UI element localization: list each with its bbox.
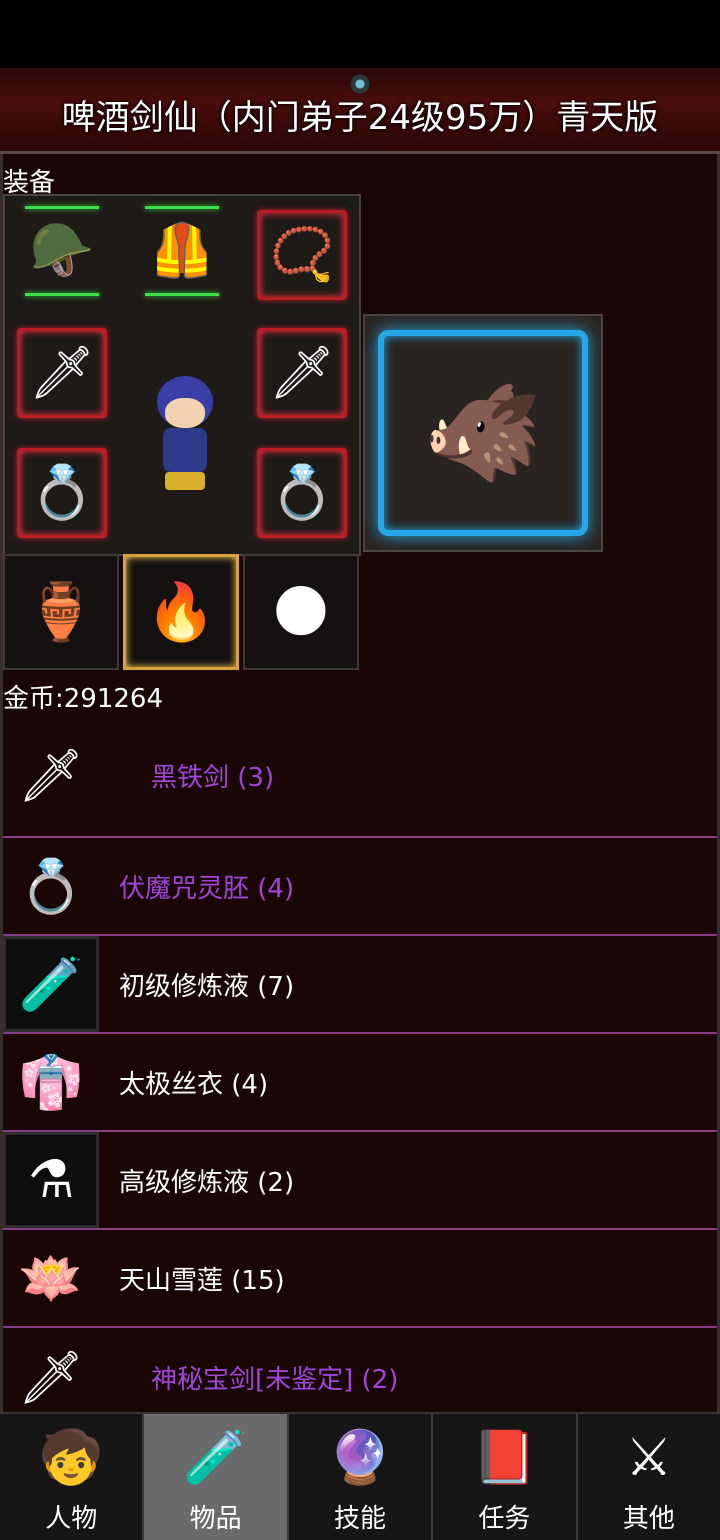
inventory-list: 🗡 黑铁剑 (3) 💍 伏魔咒灵胚 (4) 🧪 初级修炼液 (7) 👘 太极丝衣…: [3, 714, 717, 1412]
title-bar: 啤酒剑仙（内门弟子24级95万）青天版: [0, 68, 720, 154]
armor-icon: 🦺: [149, 221, 215, 281]
talisman-icon: 🔥: [146, 580, 216, 645]
tab-other[interactable]: ⚔ 其他: [577, 1414, 720, 1540]
potion-flask-icon: ⚗: [3, 1132, 99, 1228]
ring-icon: 💍: [269, 463, 335, 523]
quests-icon: 📕: [472, 1428, 537, 1488]
item-name: 伏魔咒灵胚 (4): [119, 873, 295, 904]
character-icon: 🧒: [38, 1428, 104, 1488]
amulet-icon: 📿: [269, 225, 335, 285]
equip-slot-bracer[interactable]: 🏺: [3, 554, 119, 670]
tab-skills[interactable]: 🔮 技能: [288, 1414, 434, 1540]
ring-icon: 💍: [29, 463, 95, 523]
item-name: 神秘宝剑[未鉴定] (2): [151, 1364, 399, 1395]
list-item[interactable]: ⚗ 高级修炼液 (2): [3, 1132, 717, 1230]
status-bar: [0, 0, 720, 68]
item-name: 黑铁剑 (3): [151, 762, 275, 793]
item-name: 天山雪莲 (15): [119, 1265, 285, 1296]
equip-slot-helmet[interactable]: 🪖: [17, 206, 107, 296]
item-name: 太极丝衣 (4): [119, 1069, 269, 1100]
tab-label: 人物: [45, 1504, 98, 1534]
tab-items[interactable]: 🧪 物品: [144, 1414, 289, 1540]
mount-frame: 🐗: [378, 330, 588, 536]
character-avatar: [145, 376, 225, 496]
skills-icon: 🔮: [327, 1428, 393, 1488]
equipment-bottom-row: 🏺 🔥 🌑: [3, 554, 361, 672]
list-item[interactable]: 💍 伏魔咒灵胚 (4): [3, 838, 717, 936]
list-item[interactable]: 🗡 神秘宝剑[未鉴定] (2): [3, 1328, 717, 1412]
snow-lotus-icon: 🪷: [18, 1248, 84, 1309]
tab-label: 任务: [478, 1504, 531, 1534]
mystery-sword-icon: 🗡: [17, 1347, 84, 1408]
list-item[interactable]: 🧪 初级修炼液 (7): [3, 936, 717, 1034]
item-name: 初级修炼液 (7): [119, 971, 295, 1002]
beast-mount-icon: 🐗: [423, 376, 543, 489]
equip-slot-sword-left[interactable]: 🗡: [17, 328, 107, 418]
tab-label: 其他: [622, 1504, 675, 1534]
equip-slot-ring-right[interactable]: 💍: [257, 448, 347, 538]
mount-slot[interactable]: 🐗: [363, 314, 603, 552]
equip-slot-pearl[interactable]: 🌑: [243, 554, 359, 670]
pearl-icon: 🌑: [271, 579, 331, 645]
equip-slot-armor[interactable]: 🦺: [137, 206, 227, 296]
list-item[interactable]: 🪷 天山雪莲 (15): [3, 1230, 717, 1328]
silk-robe-icon: 👘: [18, 1052, 84, 1113]
page-title: 啤酒剑仙（内门弟子24级95万）青天版: [61, 98, 659, 138]
iron-sword-icon: 🗡: [17, 745, 84, 806]
equip-slot-ring-left[interactable]: 💍: [17, 448, 107, 538]
bracer-icon: 🏺: [26, 580, 96, 645]
other-icon: ⚔: [625, 1428, 673, 1488]
tab-label: 技能: [334, 1504, 387, 1534]
equip-slot-talisman[interactable]: 🔥: [123, 554, 239, 670]
gold-counter: 金币:291264: [3, 684, 164, 714]
purple-ring-icon: 💍: [18, 856, 84, 917]
sword-icon: 🗡: [28, 343, 95, 403]
tab-character[interactable]: 🧒 人物: [0, 1414, 145, 1540]
equip-slot-sword-right[interactable]: 🗡: [257, 328, 347, 418]
list-item[interactable]: 👘 太极丝衣 (4): [3, 1034, 717, 1132]
sword-icon: 🗡: [268, 343, 335, 403]
equip-slot-amulet[interactable]: 📿: [257, 210, 347, 300]
equipment-grid: 🪖 🦺 📿 🗡 🗡 💍 💍: [3, 194, 361, 556]
list-item[interactable]: 🗡 黑铁剑 (3): [3, 714, 717, 838]
helmet-icon: 🪖: [29, 221, 95, 281]
bottom-nav: 🧒 人物 🧪 物品 🔮 技能 📕 任务 ⚔ 其他: [0, 1412, 720, 1540]
item-name: 高级修炼液 (2): [119, 1167, 295, 1198]
potion-vial-icon: 🧪: [3, 936, 99, 1032]
items-icon: 🧪: [183, 1428, 248, 1488]
inventory-panel: 装备 🪖 🦺 📿 🗡 🗡 💍 💍 🏺 🔥 🌑 🐗 金币:291264 🗡 黑铁剑…: [0, 154, 720, 1412]
tab-label: 物品: [189, 1504, 242, 1534]
tab-quests[interactable]: 📕 任务: [433, 1414, 578, 1540]
